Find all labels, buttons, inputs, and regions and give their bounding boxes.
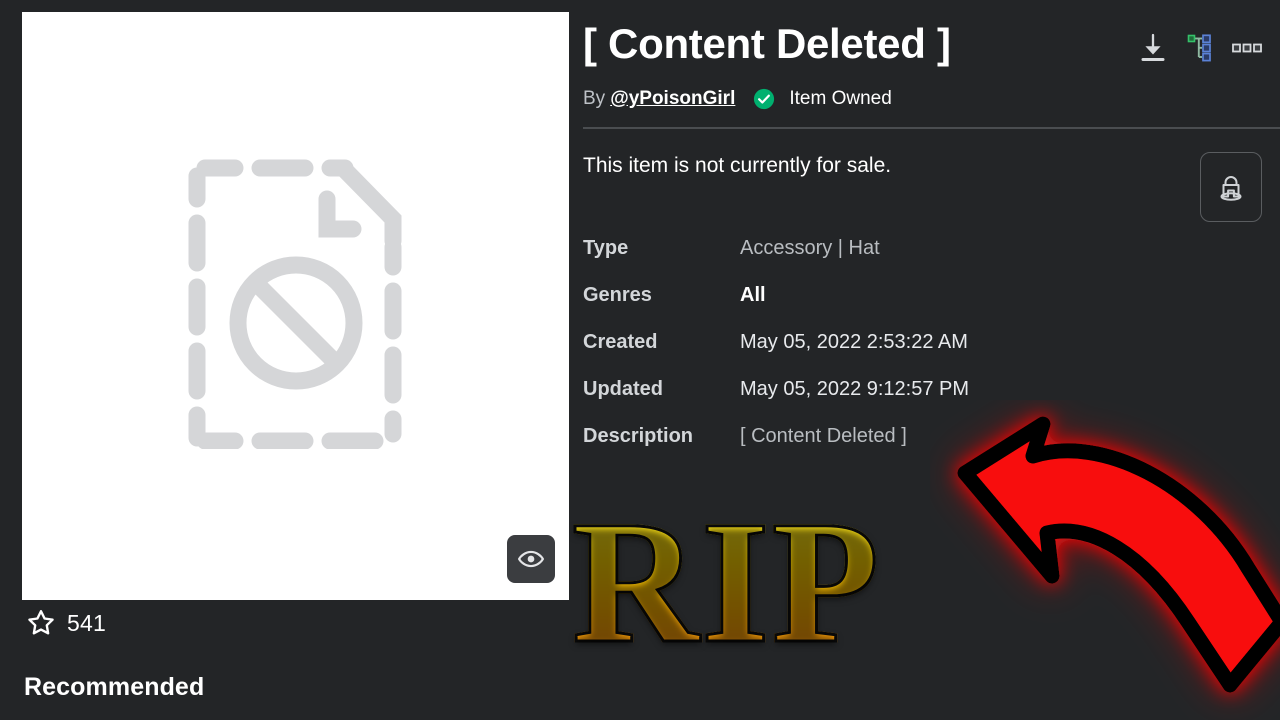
sale-status-text: This item is not currently for sale. <box>583 154 892 177</box>
field-label-type: Type <box>583 237 629 259</box>
field-value-description: [ Content Deleted ] <box>740 425 907 447</box>
recommended-section-heading: Recommended <box>24 673 205 701</box>
creator-link[interactable]: @yPoisonGirl <box>610 88 735 110</box>
page-title: [ Content Deleted ] <box>583 20 951 67</box>
item-detail-column: [ Content Deleted ] By @yPoisonGirl Item… <box>583 0 1280 720</box>
item-details-table: Type Accessory | Hat Genres All Created … <box>583 237 1262 472</box>
ownership-status: Item Owned <box>789 88 892 109</box>
download-button[interactable] <box>1138 32 1168 64</box>
table-row: Created May 05, 2022 2:53:22 AM <box>583 331 1262 378</box>
eye-icon <box>518 550 544 568</box>
by-label: By <box>583 88 606 109</box>
title-action-buttons <box>1138 22 1262 64</box>
table-row: Updated May 05, 2022 9:12:57 PM <box>583 378 1262 425</box>
field-label-created: Created <box>583 331 658 353</box>
table-row: Description [ Content Deleted ] <box>583 425 1262 472</box>
field-label-description: Description <box>583 425 694 447</box>
table-row: Genres All <box>583 284 1262 331</box>
star-icon <box>28 610 54 635</box>
header-divider <box>583 127 1280 129</box>
field-label-updated: Updated <box>583 378 663 400</box>
item-thumbnail-card[interactable] <box>22 12 569 600</box>
table-row: Type Accessory | Hat <box>583 237 1262 284</box>
favorites-count: 541 <box>67 609 106 636</box>
item-details-page: 541 Recommended [ Content Deleted ] By @… <box>0 0 1280 720</box>
field-label-genres: Genres <box>583 284 652 306</box>
preview-eye-button[interactable] <box>507 535 555 583</box>
try-on-button[interactable] <box>1200 152 1262 222</box>
field-value-created: May 05, 2022 2:53:22 AM <box>740 331 968 353</box>
field-value-updated: May 05, 2022 9:12:57 PM <box>740 378 970 400</box>
field-value-type: Accessory | Hat <box>740 237 880 259</box>
download-icon <box>1141 33 1165 61</box>
more-options-button[interactable] <box>1232 42 1262 54</box>
title-row: [ Content Deleted ] <box>583 20 1262 67</box>
tree-hierarchy-icon <box>1187 34 1211 62</box>
thumbnail-column <box>22 12 569 600</box>
hierarchy-button[interactable] <box>1186 33 1214 63</box>
verified-check-icon <box>754 88 775 110</box>
thumbnail-placeholder <box>22 12 569 600</box>
favorites-row[interactable]: 541 <box>26 608 106 638</box>
deleted-content-placeholder-icon <box>188 159 401 449</box>
field-value-genres: All <box>740 284 766 306</box>
more-options-icon <box>1232 43 1262 53</box>
avatar-try-on-icon <box>1220 176 1242 201</box>
byline: By @yPoisonGirl Item Owned <box>583 88 892 110</box>
